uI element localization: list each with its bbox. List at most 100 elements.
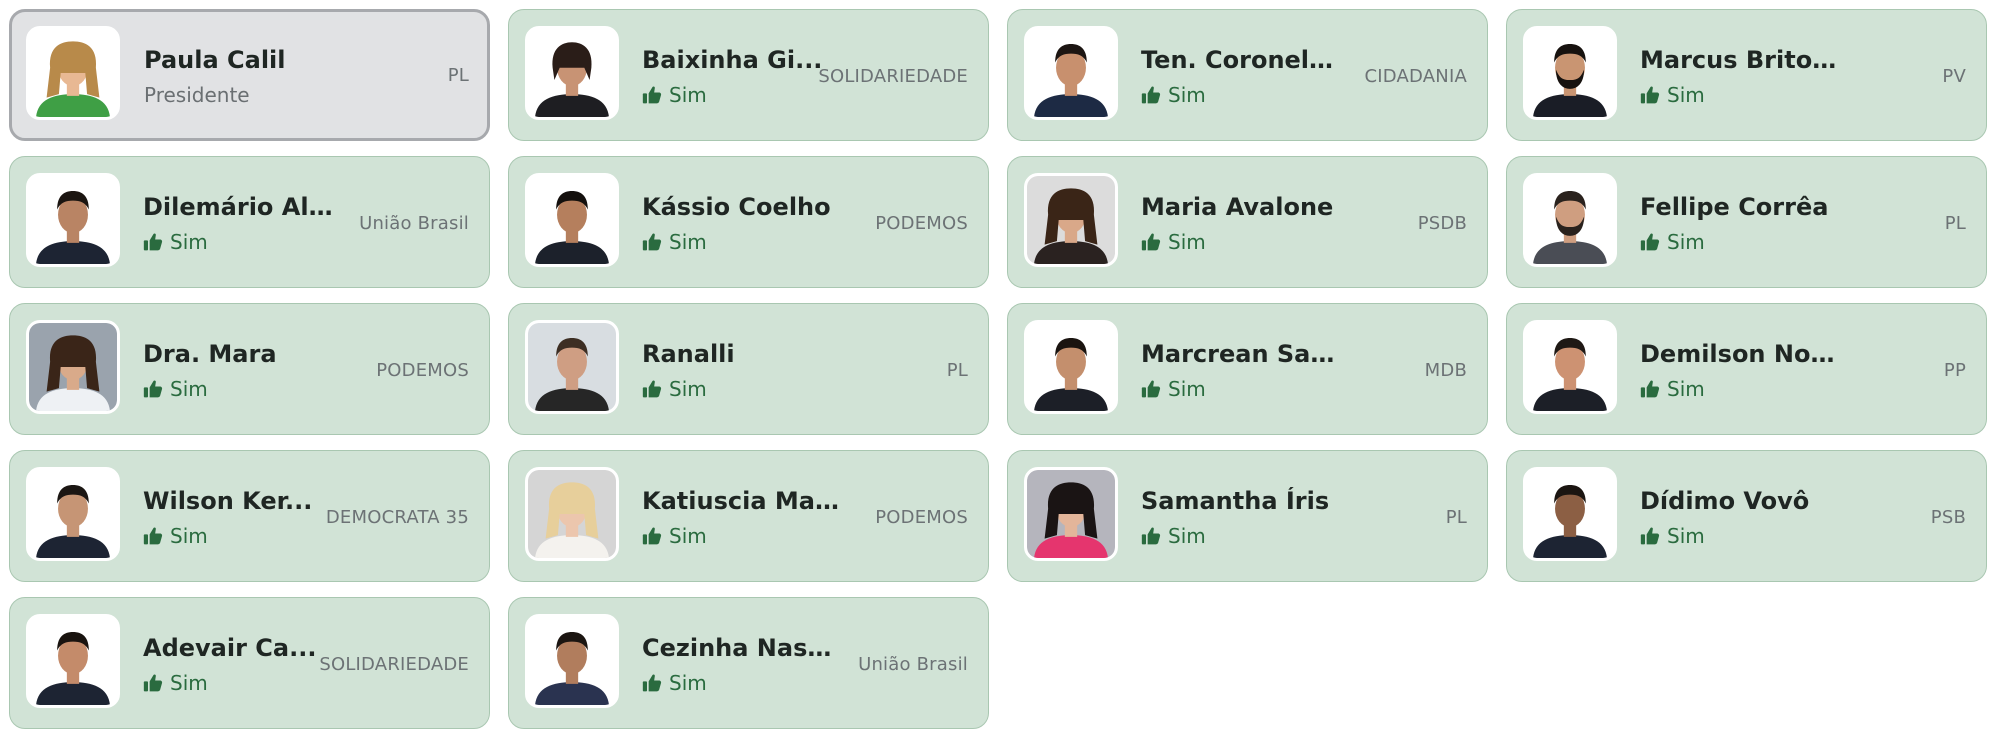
member-party: PODEMOS	[875, 506, 968, 528]
member-role: Presidente	[144, 83, 250, 107]
member-photo	[26, 614, 120, 708]
vote-status: Sim	[1141, 377, 1206, 401]
vote-label: Sim	[1168, 230, 1206, 254]
vote-status: Sim	[642, 524, 707, 548]
member-name: Fellipe Corrêa	[1640, 193, 1829, 221]
thumbs-up-icon	[642, 85, 662, 105]
member-name: Cezinha Nasci...	[642, 634, 842, 662]
member-party: DEMOCRATA 35	[325, 506, 469, 528]
vote-label: Sim	[170, 524, 208, 548]
member-party: PL	[1445, 506, 1467, 528]
vote-status: Sim	[1640, 230, 1705, 254]
member-card[interactable]: Demilson Nogueira Sim PP	[1506, 303, 1987, 435]
member-card[interactable]: Paula Calil Presidente PL	[9, 9, 490, 141]
vote-status: Sim	[1141, 83, 1206, 107]
member-card[interactable]: Marcrean Santos Sim MDB	[1007, 303, 1488, 435]
member-card[interactable]: Baixinha Gi... Sim SOLIDARIEDADE	[508, 9, 989, 141]
voting-grid: Paula Calil Presidente PL Baixinha Gi... Sim…	[9, 9, 1987, 729]
member-name: Paula Calil	[144, 46, 286, 74]
member-photo	[1523, 173, 1617, 267]
vote-label: Sim	[170, 377, 208, 401]
member-party: SOLIDARIEDADE	[818, 65, 968, 87]
vote-status: Sim	[143, 524, 208, 548]
vote-label: Sim	[1168, 83, 1206, 107]
thumbs-up-icon	[642, 673, 662, 693]
member-name: Ten. Coronel D...	[1141, 46, 1341, 74]
member-party: União Brasil	[858, 653, 968, 675]
vote-status: Sim	[143, 377, 208, 401]
vote-label: Sim	[1667, 524, 1705, 548]
member-photo	[525, 320, 619, 414]
member-party: PL	[1944, 212, 1966, 234]
member-name: Dra. Mara	[143, 340, 277, 368]
vote-label: Sim	[669, 524, 707, 548]
member-photo	[1523, 467, 1617, 561]
vote-status: Sim	[143, 230, 208, 254]
member-party: PSDB	[1417, 212, 1467, 234]
member-photo	[1024, 467, 1118, 561]
vote-label: Sim	[669, 377, 707, 401]
member-card[interactable]: Ten. Coronel D... Sim CIDADANIA	[1007, 9, 1488, 141]
member-name: Katiuscia Manteli	[642, 487, 842, 515]
thumbs-up-icon	[1141, 526, 1161, 546]
vote-label: Sim	[1168, 524, 1206, 548]
member-photo	[1024, 26, 1118, 120]
vote-label: Sim	[170, 671, 208, 695]
thumbs-up-icon	[1141, 232, 1161, 252]
thumbs-up-icon	[1141, 85, 1161, 105]
vote-label: Sim	[1168, 377, 1206, 401]
vote-status: Sim	[642, 83, 707, 107]
member-name: Baixinha Gi...	[642, 46, 823, 74]
vote-status: Sim	[143, 671, 208, 695]
vote-status: Sim	[642, 671, 707, 695]
member-name: Dilemário Ale...	[143, 193, 343, 221]
vote-status: Sim	[1640, 83, 1705, 107]
member-card[interactable]: Wilson Ker... Sim DEMOCRATA 35	[9, 450, 490, 582]
member-name: Marcus Brito Junior	[1640, 46, 1840, 74]
vote-label: Sim	[1667, 83, 1705, 107]
thumbs-up-icon	[1141, 379, 1161, 399]
thumbs-up-icon	[143, 232, 163, 252]
member-party: CIDADANIA	[1364, 65, 1467, 87]
member-party: PODEMOS	[376, 359, 469, 381]
vote-status: Sim	[642, 230, 707, 254]
thumbs-up-icon	[1640, 232, 1660, 252]
member-photo	[1024, 173, 1118, 267]
member-card[interactable]: Dilemário Ale... Sim União Brasil	[9, 156, 490, 288]
thumbs-up-icon	[642, 232, 662, 252]
member-party: MDB	[1424, 359, 1467, 381]
vote-status: Sim	[1640, 377, 1705, 401]
member-card[interactable]: Katiuscia Manteli Sim PODEMOS	[508, 450, 989, 582]
member-card[interactable]: Maria Avalone Sim PSDB	[1007, 156, 1488, 288]
member-photo	[26, 173, 120, 267]
member-party: União Brasil	[359, 212, 469, 234]
thumbs-up-icon	[143, 673, 163, 693]
member-name: Samantha Íris	[1141, 487, 1330, 515]
member-name: Adevair Ca...	[143, 634, 317, 662]
thumbs-up-icon	[143, 379, 163, 399]
vote-label: Sim	[170, 230, 208, 254]
member-party: SOLIDARIEDADE	[319, 653, 469, 675]
member-card[interactable]: Cezinha Nasci... Sim União Brasil	[508, 597, 989, 729]
member-card[interactable]: Adevair Ca... Sim SOLIDARIEDADE	[9, 597, 490, 729]
member-party: PL	[447, 64, 469, 86]
member-photo	[26, 26, 120, 120]
vote-status: Sim	[1640, 524, 1705, 548]
member-card[interactable]: Dra. Mara Sim PODEMOS	[9, 303, 490, 435]
member-card[interactable]: Dídimo Vovô Sim PSB	[1506, 450, 1987, 582]
member-card[interactable]: Marcus Brito Junior Sim PV	[1506, 9, 1987, 141]
member-photo	[1024, 320, 1118, 414]
member-photo	[525, 467, 619, 561]
thumbs-up-icon	[143, 526, 163, 546]
member-card[interactable]: Fellipe Corrêa Sim PL	[1506, 156, 1987, 288]
member-card[interactable]: Samantha Íris Sim PL	[1007, 450, 1488, 582]
member-card[interactable]: Ranalli Sim PL	[508, 303, 989, 435]
member-name: Dídimo Vovô	[1640, 487, 1810, 515]
member-card[interactable]: Kássio Coelho Sim PODEMOS	[508, 156, 989, 288]
member-party: PP	[1943, 359, 1966, 381]
member-photo	[1523, 320, 1617, 414]
member-name: Wilson Ker...	[143, 487, 313, 515]
vote-label: Sim	[1667, 377, 1705, 401]
vote-status: Sim	[642, 377, 707, 401]
thumbs-up-icon	[1640, 85, 1660, 105]
